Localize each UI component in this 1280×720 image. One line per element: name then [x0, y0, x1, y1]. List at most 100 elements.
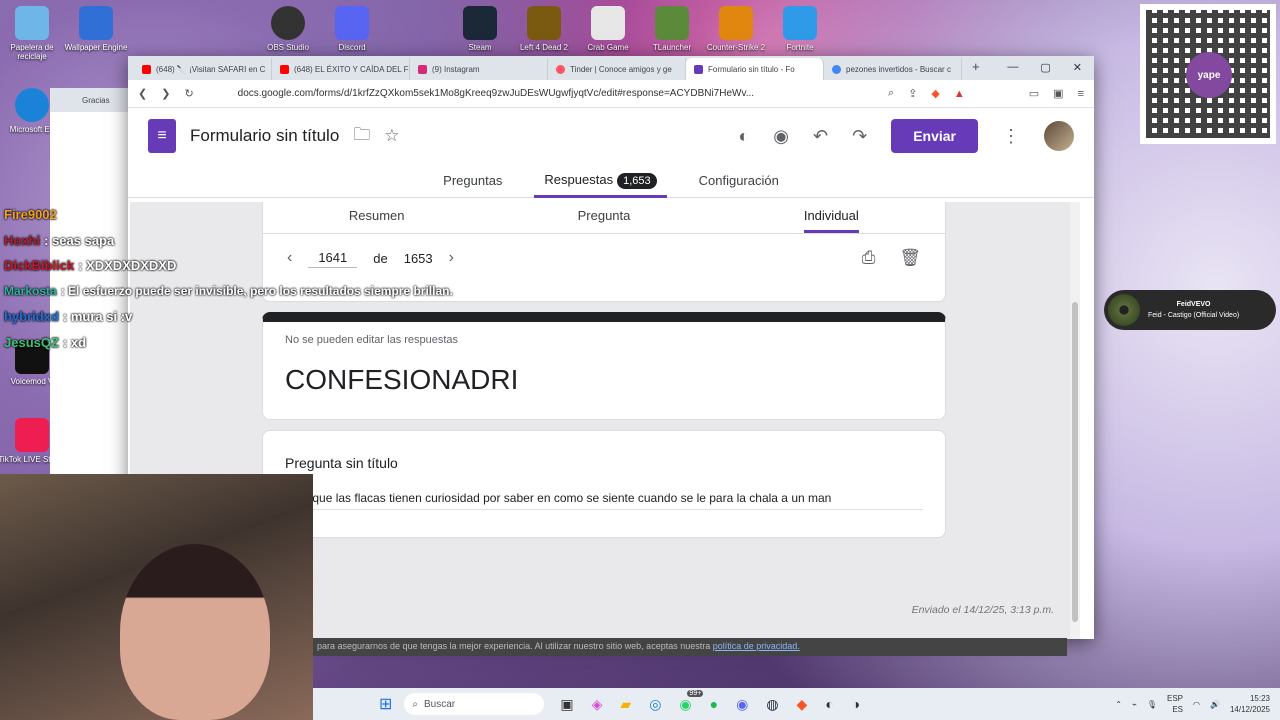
taskbar: ⊞ ⌕ Buscar ▣ ◈ ▰ ◎ ◉ 99+ ● ◉ ◍ ◆ ◐ ◑ ⌃ ⌁ 🎙…	[313, 688, 1280, 720]
steam-taskbar-icon[interactable]: ◍	[766, 696, 778, 713]
browser-tab-youtube-1[interactable]: (648) 🔪 ¡Visitan SAFARI en C	[134, 58, 272, 80]
close-button[interactable]: ✕	[1073, 61, 1082, 74]
crab-game-icon	[591, 6, 625, 40]
google-icon	[832, 64, 841, 74]
volume-icon[interactable]: 🔊	[1210, 700, 1220, 709]
search-icon: ⌕	[412, 698, 419, 710]
chat-message: JesusQZ: xd	[4, 334, 87, 350]
browser-tab-forms[interactable]: Formulario sin título - Fo	[686, 58, 824, 80]
start-windows-icon[interactable]: ⊞	[379, 694, 392, 714]
palette-icon[interactable]: ◐	[738, 126, 749, 147]
question-title: Pregunta sin título	[285, 455, 398, 471]
responses-count-badge: 1,653	[617, 172, 657, 189]
zoom-icon[interactable]: ⌕	[888, 87, 894, 100]
desktop-icon-left4dead2[interactable]: Left 4 Dead 2	[509, 6, 579, 52]
send-button[interactable]: Enviar	[891, 119, 978, 153]
brave-taskbar-icon[interactable]: ◆	[797, 696, 808, 713]
browser-tab-youtube-2[interactable]: (648) EL ÉXITO Y CAÍDA DEL F	[272, 58, 410, 80]
task-view-icon[interactable]: ▣	[560, 696, 573, 713]
answer-text: rdad que las flacas tienen curiosidad po…	[285, 491, 923, 510]
edge-taskbar-icon[interactable]: ◎	[649, 696, 661, 713]
desktop-icon-recycle-bin[interactable]: Papelera de reciclaje	[0, 6, 67, 61]
preview-eye-icon[interactable]: ◉	[773, 126, 789, 147]
header-actions: ◐ ◉ ↶ ↷ Enviar ⋮	[738, 119, 1074, 153]
desktop-icon-obs[interactable]: OBS Studio	[253, 6, 323, 52]
maximize-button[interactable]: ▢	[1040, 61, 1050, 74]
brave-shield-icon[interactable]: ◆	[931, 87, 939, 100]
brave-rewards-icon[interactable]: ▲	[954, 88, 965, 100]
forms-header: ≡ Formulario sin título 🗀 ☆ ◐ ◉ ↶ ↷ Envi…	[128, 108, 1094, 164]
forms-logo-icon[interactable]: ≡	[148, 119, 176, 153]
wifi-icon[interactable]: ◠	[1193, 700, 1200, 709]
desktop-icon-discord[interactable]: Discord	[317, 6, 387, 52]
tab-questions[interactable]: Preguntas	[433, 165, 512, 196]
stream-chat-overlay: Fire9002 Hoxhi: seas sapa DickBiblick: X…	[4, 202, 453, 355]
mic-icon[interactable]: 🎙	[1147, 700, 1157, 709]
address-bar: ❮ ❯ ↻ docs.google.com/forms/d/1krfZzQXko…	[128, 80, 1094, 108]
taskbar-search[interactable]: ⌕ Buscar	[404, 693, 545, 715]
background-tab[interactable]: Gracias	[50, 88, 129, 112]
question-card: Pregunta sin título rdad que las flacas …	[262, 430, 946, 538]
response-form-title: CONFESIONADRI	[285, 364, 519, 395]
forms-tabs: Preguntas Respuestas 1,653 Configuración	[128, 164, 1094, 198]
menu-icon[interactable]: ≡	[1078, 88, 1084, 100]
system-tray: ⌃ ⌁ 🎙 ESP ES ◠ 🔊 15:23 14/12/2025	[1115, 693, 1280, 715]
tab-individual[interactable]: Individual	[718, 202, 945, 233]
star-icon[interactable]: ☆	[384, 126, 399, 146]
discord-icon	[335, 6, 369, 40]
privacy-policy-link[interactable]: política de privacidad.	[713, 641, 800, 651]
tiktok-icon	[15, 418, 49, 452]
avatar[interactable]	[1044, 121, 1074, 151]
desktop-icon-tlauncher[interactable]: TLauncher	[637, 6, 707, 52]
more-options-icon[interactable]: ⋮	[1002, 126, 1020, 147]
share-icon[interactable]: ⇪	[908, 87, 917, 100]
delete-icon[interactable]: 🗑	[899, 248, 921, 268]
spotify-icon[interactable]: ●	[710, 696, 718, 713]
language-indicator[interactable]: ESP ES	[1167, 693, 1183, 715]
forward-button[interactable]: ❯	[161, 87, 170, 100]
scrollbar-thumb[interactable]	[1072, 302, 1078, 622]
browser-tab-google-search[interactable]: pezones invertidos - Buscar c	[824, 58, 962, 80]
whatsapp-icon[interactable]: ◉ 99+	[679, 689, 704, 713]
tab-question[interactable]: Pregunta	[490, 202, 717, 233]
new-tab-button[interactable]: +	[962, 59, 990, 80]
print-icon[interactable]: ⎙	[862, 248, 876, 268]
chevron-up-icon[interactable]: ⌃	[1115, 700, 1122, 709]
chat-message: Fire9002	[4, 207, 57, 222]
network-icon[interactable]: ⌁	[1132, 700, 1137, 709]
browser-tab-tinder[interactable]: Tinder | Conoce amigos y ge	[548, 58, 686, 80]
file-explorer-icon[interactable]: ▰	[620, 696, 631, 713]
back-button[interactable]: ❮	[138, 87, 147, 100]
obs-icon	[271, 6, 305, 40]
instagram-icon	[418, 64, 427, 74]
desktop-icon-fortnite[interactable]: Fortnite	[765, 6, 835, 52]
copilot-icon[interactable]: ◈	[592, 696, 603, 713]
scrollbar[interactable]	[1070, 202, 1080, 639]
minimize-button[interactable]: —	[1007, 61, 1018, 74]
cs2-icon	[719, 6, 753, 40]
reload-button[interactable]: ↻	[184, 87, 193, 100]
desktop-icon-cs2[interactable]: Counter-Strike 2	[701, 6, 771, 52]
undo-icon[interactable]: ↶	[813, 126, 828, 147]
clock[interactable]: 15:23 14/12/2025	[1230, 693, 1270, 715]
url-input[interactable]: docs.google.com/forms/d/1krfZzQXkom5sek1…	[238, 88, 874, 99]
whatsapp-badge: 99+	[687, 689, 704, 697]
tab-responses[interactable]: Respuestas 1,653	[534, 164, 667, 198]
window-controls: — ▢ ✕	[995, 61, 1094, 80]
nvidia-taskbar-icon[interactable]: ◑	[852, 696, 860, 713]
folder-icon[interactable]: 🗀	[353, 122, 370, 151]
tab-settings[interactable]: Configuración	[689, 165, 789, 196]
form-title[interactable]: Formulario sin título	[190, 126, 339, 146]
browser-tab-instagram[interactable]: (9) Instagram	[410, 58, 548, 80]
chat-message: DickBiblick: XDXDXDXDXD	[4, 258, 177, 273]
redo-icon[interactable]: ↷	[852, 126, 867, 147]
discord-taskbar-icon[interactable]: ◉	[736, 696, 748, 713]
desktop-icon-steam[interactable]: Steam	[445, 6, 515, 52]
desktop-icon-crab-game[interactable]: Crab Game	[573, 6, 643, 52]
obs-taskbar-icon[interactable]: ◐	[825, 696, 833, 713]
tinder-icon	[556, 64, 565, 74]
wallet-icon[interactable]: ▣	[1053, 87, 1063, 100]
desktop-icon-wallpaper-engine[interactable]: Wallpaper Engine	[61, 6, 131, 52]
left4dead2-icon	[527, 6, 561, 40]
sidebar-icon[interactable]: ▭	[1029, 87, 1039, 100]
